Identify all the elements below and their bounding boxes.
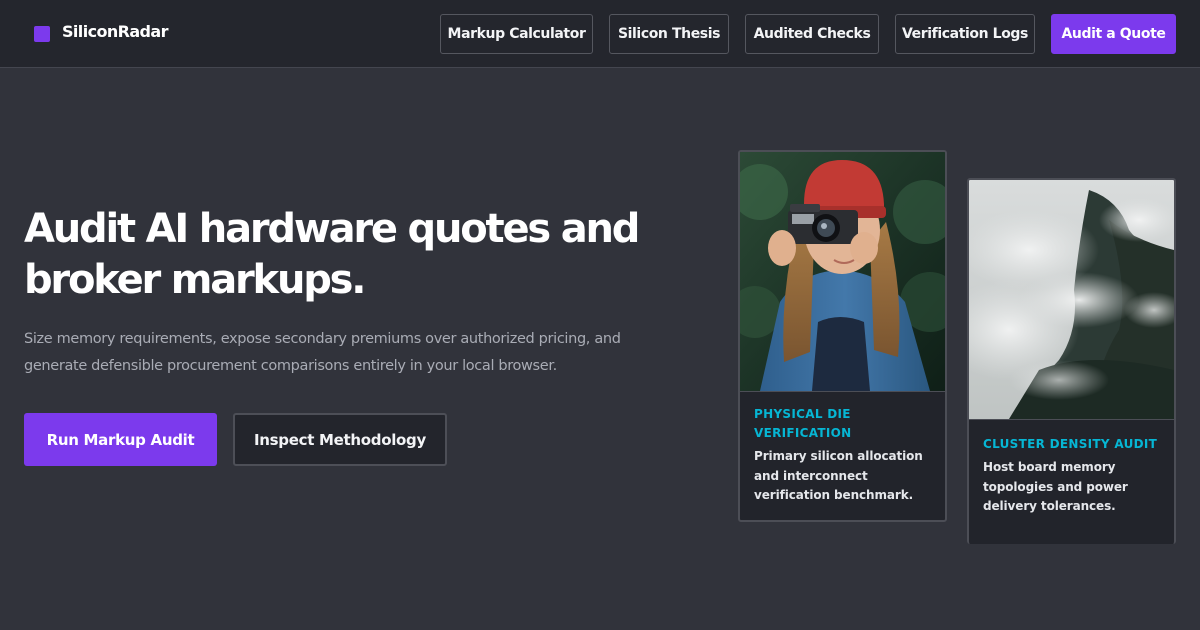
audit-quote-button[interactable]: Audit a Quote <box>1051 14 1176 54</box>
card-label: CLUSTER DENSITY AUDIT <box>983 437 1158 451</box>
site-header: SiliconRadar Markup Calculator Silicon T… <box>0 0 1200 68</box>
nav-verification-logs[interactable]: Verification Logs <box>895 14 1035 54</box>
card-physical-die-verification[interactable]: PHYSICAL DIE VERIFICATION Primary silico… <box>738 150 947 522</box>
card-cluster-density-audit[interactable]: CLUSTER DENSITY AUDIT Host board memory … <box>967 178 1176 544</box>
card-body: CLUSTER DENSITY AUDIT Host board memory … <box>969 419 1174 544</box>
hero-title: Audit AI hardware quotes and broker mark… <box>24 206 640 303</box>
misty-mountain-forest-photo <box>969 180 1174 419</box>
nav-silicon-thesis[interactable]: Silicon Thesis <box>609 14 729 54</box>
nav-audited-checks[interactable]: Audited Checks <box>745 14 879 54</box>
inspect-methodology-button[interactable]: Inspect Methodology <box>233 413 447 466</box>
hero-subtitle: Size memory requirements, expose seconda… <box>24 331 621 374</box>
card-label: PHYSICAL DIE VERIFICATION <box>754 407 852 440</box>
brand-name[interactable]: SiliconRadar <box>62 22 169 41</box>
card-body: PHYSICAL DIE VERIFICATION Primary silico… <box>740 391 945 520</box>
card-description: Host board memory topologies and power d… <box>983 460 1128 513</box>
card-description: Primary silicon allocation and interconn… <box>754 449 923 502</box>
run-markup-audit-button[interactable]: Run Markup Audit <box>24 413 217 466</box>
logo-square-icon[interactable] <box>34 26 50 42</box>
nav-markup-calculator[interactable]: Markup Calculator <box>440 14 593 54</box>
woman-with-camera-photo <box>740 152 945 391</box>
